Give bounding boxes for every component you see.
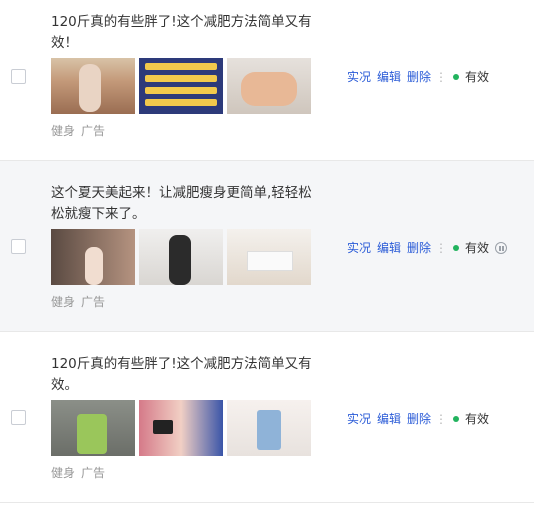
thumbnail-strip: [51, 400, 311, 456]
ad-thumbnail[interactable]: [227, 400, 311, 456]
edit-button[interactable]: 编辑: [377, 410, 401, 427]
more-vertical-icon[interactable]: ⋮: [435, 70, 447, 84]
row-checkbox[interactable]: [11, 239, 26, 254]
row-actions: 实况 编辑 删除 ⋮: [347, 239, 447, 256]
tag-category: 健身: [51, 124, 76, 138]
ad-thumbnail[interactable]: [227, 229, 311, 285]
status-dot-icon: [453, 244, 459, 251]
ad-title: 这个夏天美起来！让减肥瘦身更简单,轻轻松松就瘦下来了。: [51, 185, 312, 222]
row-checkbox[interactable]: [11, 410, 26, 425]
ad-row: 120斤真的有些胖了!这个减肥方法简单又有效。 健身 广告 实况 编辑 删除 ⋮ …: [0, 332, 534, 503]
tag-category: 健身: [51, 466, 76, 480]
row-actions: 实况 编辑 删除 ⋮: [347, 410, 447, 427]
delete-button[interactable]: 删除: [407, 410, 431, 427]
ad-tags: 健身 广告: [51, 122, 105, 139]
ad-thumbnail[interactable]: [227, 58, 311, 114]
live-button[interactable]: 实况: [347, 239, 371, 256]
ad-thumbnail[interactable]: [51, 58, 135, 114]
delete-button[interactable]: 删除: [407, 239, 431, 256]
ad-title: 120斤真的有些胖了!这个减肥方法简单又有效。: [51, 356, 312, 393]
edit-button[interactable]: 编辑: [377, 239, 401, 256]
pause-icon[interactable]: [495, 241, 508, 254]
more-vertical-icon[interactable]: ⋮: [435, 412, 447, 426]
live-button[interactable]: 实况: [347, 68, 371, 85]
status-label: 有效: [465, 241, 490, 255]
thumbnail-strip: [51, 58, 311, 114]
divider: [0, 502, 534, 503]
ad-row: 120斤真的有些胖了!这个减肥方法简单又有效！ 健身 广告 实况 编辑 删除 ⋮ …: [0, 0, 534, 171]
more-vertical-icon[interactable]: ⋮: [435, 241, 447, 255]
ad-thumbnail[interactable]: [139, 229, 223, 285]
tag-type: 广告: [81, 295, 106, 309]
ad-tags: 健身 广告: [51, 464, 105, 481]
live-button[interactable]: 实况: [347, 410, 371, 427]
ad-thumbnail[interactable]: [139, 400, 223, 456]
status-dot-icon: [453, 415, 459, 422]
row-actions: 实况 编辑 删除 ⋮: [347, 68, 447, 85]
ad-thumbnail[interactable]: [139, 58, 223, 114]
status-label: 有效: [465, 70, 490, 84]
ad-row: 这个夏天美起来！让减肥瘦身更简单,轻轻松松就瘦下来了。 健身 广告 实况 编辑 删…: [0, 161, 534, 332]
status-label: 有效: [465, 412, 490, 426]
tag-type: 广告: [81, 124, 106, 138]
status: 有效: [453, 410, 489, 427]
ad-title: 120斤真的有些胖了!这个减肥方法简单又有效！: [51, 14, 312, 51]
tag-type: 广告: [81, 466, 106, 480]
tag-category: 健身: [51, 295, 76, 309]
ad-thumbnail[interactable]: [51, 229, 135, 285]
status-dot-icon: [453, 73, 459, 80]
edit-button[interactable]: 编辑: [377, 68, 401, 85]
delete-button[interactable]: 删除: [407, 68, 431, 85]
row-checkbox[interactable]: [11, 69, 26, 84]
status: 有效: [453, 68, 489, 85]
thumbnail-strip: [51, 229, 311, 285]
ad-list: 120斤真的有些胖了!这个减肥方法简单又有效！ 健身 广告 实况 编辑 删除 ⋮ …: [0, 0, 534, 510]
ad-thumbnail[interactable]: [51, 400, 135, 456]
status: 有效: [453, 239, 508, 256]
ad-tags: 健身 广告: [51, 293, 105, 310]
